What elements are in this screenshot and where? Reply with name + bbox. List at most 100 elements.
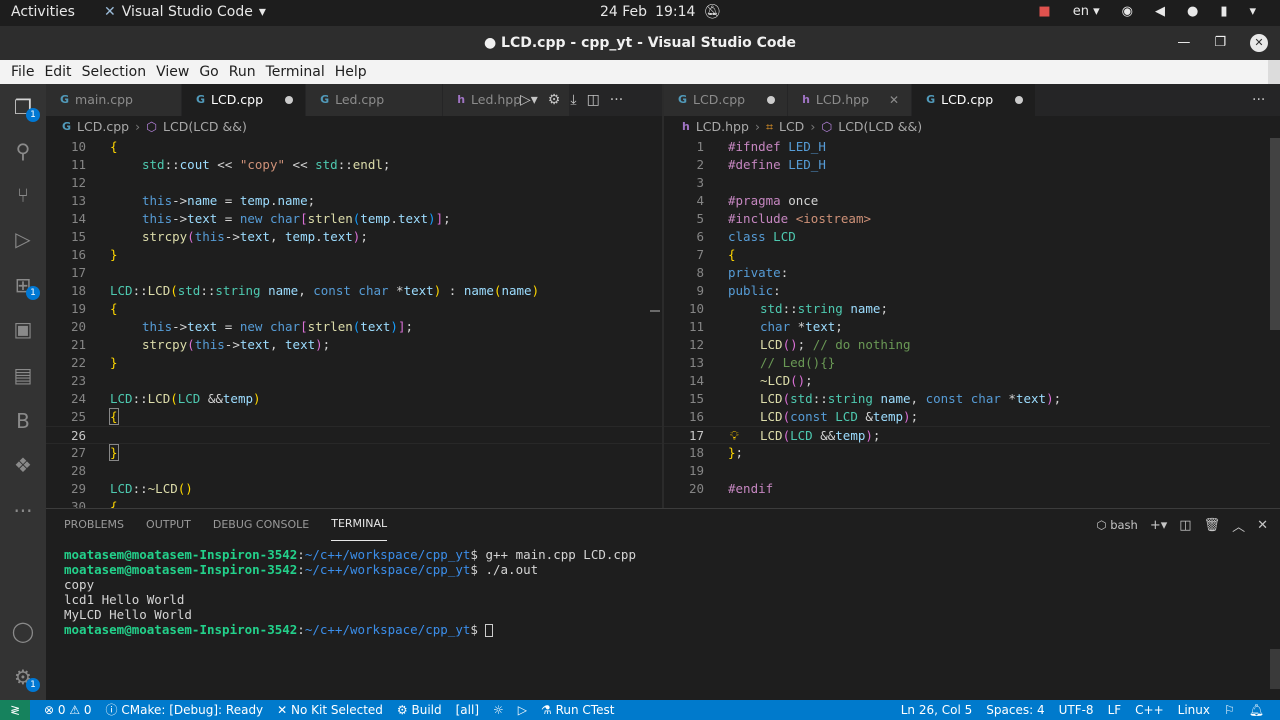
tab-lcd-cpp[interactable]: G LCD.cpp: [181, 84, 307, 116]
breadcrumb-class[interactable]: LCD: [779, 116, 804, 138]
left-code-editor[interactable]: 10{ 11 std::cout << "copy" << std::endl; …: [46, 138, 662, 508]
unsaved-dot-icon[interactable]: [1015, 96, 1024, 104]
notifications-icon[interactable]: 🔔︎: [1249, 700, 1264, 720]
download-icon[interactable]: ⤓: [570, 92, 576, 108]
source-control-icon[interactable]: ⑂: [8, 180, 38, 210]
code-token: LCD: [110, 391, 133, 406]
run-icon[interactable]: ▷: [518, 700, 527, 720]
app-menu[interactable]: ✕ Visual Studio Code ▾: [104, 4, 266, 20]
tab-main-cpp[interactable]: Gmain.cpp: [46, 84, 182, 116]
language-mode[interactable]: C++: [1135, 700, 1164, 720]
microphone-icon[interactable]: ●: [1187, 4, 1198, 19]
menu-terminal[interactable]: Terminal: [261, 64, 330, 80]
language-indicator[interactable]: en ▾: [1073, 4, 1100, 19]
power-menu-icon[interactable]: ▾: [1249, 4, 1256, 19]
cmake-status[interactable]: ⓘ CMake: [Debug]: Ready: [106, 700, 264, 720]
tab-problems[interactable]: PROBLEMS: [64, 509, 124, 541]
code-token: LCD::LCD(LCD &&temp): [110, 391, 261, 406]
terminal-output[interactable]: moatasem@moatasem-Inspiron-3542:~/c++/wo…: [64, 547, 636, 637]
tab-lcd-cpp-right[interactable]: G LCD.cpp: [664, 84, 789, 116]
more-icon[interactable]: ···: [8, 496, 38, 526]
build-button[interactable]: ⚙ Build: [397, 700, 442, 720]
maximize-icon[interactable]: ❐: [1214, 26, 1226, 60]
trash-icon[interactable]: 🗑︎: [1204, 518, 1221, 533]
line-number: 22: [70, 355, 86, 370]
tab-output[interactable]: OUTPUT: [146, 509, 191, 541]
account-icon[interactable]: ◯: [8, 616, 38, 646]
problems-status[interactable]: ⊗ 0 ⚠ 0: [44, 700, 92, 720]
tab-led-cpp[interactable]: G Led.cpp: [306, 84, 444, 116]
minimize-icon[interactable]: —: [1177, 26, 1190, 60]
python-icon[interactable]: ❖: [8, 450, 38, 480]
end-of-line[interactable]: LF: [1108, 700, 1122, 720]
terminal-shell-selector[interactable]: ⬡ bash: [1097, 518, 1138, 532]
line-number: 5: [696, 211, 704, 226]
new-terminal-icon[interactable]: +▾: [1150, 518, 1167, 533]
menu-run[interactable]: Run: [224, 64, 261, 80]
terminal-scrollbar[interactable]: [1270, 649, 1280, 689]
volume-icon[interactable]: ◀: [1155, 4, 1165, 19]
run-code-icon[interactable]: ▷▾: [520, 92, 538, 108]
more-actions-icon[interactable]: ···: [610, 92, 623, 108]
activities-button[interactable]: Activities: [11, 4, 75, 20]
wifi-icon[interactable]: ◉: [1122, 4, 1133, 19]
breadcrumb-symbol[interactable]: LCD(LCD &&): [838, 116, 922, 138]
code-token: // Led(){}: [760, 355, 836, 370]
breadcrumb-file[interactable]: LCD.hpp: [696, 116, 749, 138]
ctest-button[interactable]: ⚗ Run CTest: [541, 700, 614, 720]
menu-edit[interactable]: Edit: [39, 64, 76, 80]
right-scrollbar[interactable]: [1270, 138, 1280, 330]
unsaved-dot-icon[interactable]: [285, 96, 294, 104]
encoding[interactable]: UTF-8: [1059, 700, 1094, 720]
remote-explorer-icon[interactable]: ▣: [8, 314, 38, 344]
camera-icon[interactable]: ■: [1038, 4, 1050, 19]
indentation[interactable]: Spaces: 4: [986, 700, 1044, 720]
menu-help[interactable]: Help: [330, 64, 372, 80]
tab-terminal[interactable]: TERMINAL: [331, 509, 388, 541]
menu-go[interactable]: Go: [194, 64, 223, 80]
cmake-icon[interactable]: ▤: [8, 360, 38, 390]
code-token: strlen: [307, 211, 353, 226]
menu-file[interactable]: File: [6, 64, 39, 80]
code-token: [: [300, 211, 308, 226]
code-token: std: [790, 391, 813, 406]
tab-lcd-cpp-right-active[interactable]: G LCD.cpp: [912, 84, 1037, 116]
kit-status[interactable]: ✕ No Kit Selected: [277, 700, 383, 720]
lightbulb-icon[interactable]: 💡︎: [730, 427, 739, 445]
split-editor-icon[interactable]: ◫: [587, 92, 600, 108]
left-scrollbar-marker: [650, 310, 660, 312]
close-tab-icon[interactable]: ✕: [889, 84, 899, 116]
system-top-bar: Activities ✕ Visual Studio Code ▾ 24 Feb…: [0, 0, 1280, 26]
line-number: 18: [688, 445, 704, 460]
code-token: text: [397, 211, 429, 226]
remote-indicator-icon[interactable]: ≷: [0, 700, 30, 720]
code-token: this->name = temp.name;: [142, 193, 316, 208]
unsaved-dot-icon[interactable]: [767, 96, 776, 104]
breadcrumb-file[interactable]: LCD.cpp: [77, 116, 129, 138]
close-panel-icon[interactable]: ✕: [1257, 518, 1268, 533]
split-terminal-icon[interactable]: ◫: [1179, 518, 1191, 533]
clock[interactable]: 24 Feb 19:14 🔕︎: [600, 4, 721, 20]
menu-selection[interactable]: Selection: [77, 64, 152, 80]
b-extension-icon[interactable]: B: [8, 406, 38, 436]
settings-gear-icon[interactable]: ⚙: [548, 92, 561, 108]
tab-debug-console[interactable]: DEBUG CONSOLE: [213, 509, 309, 541]
build-target[interactable]: [all]: [456, 700, 479, 720]
os-platform[interactable]: Linux: [1178, 700, 1210, 720]
explorer-icon[interactable]: ❐ 1: [8, 92, 40, 122]
debug-bug-icon[interactable]: ☼: [493, 700, 504, 720]
cursor-position[interactable]: Ln 26, Col 5: [901, 700, 973, 720]
settings-gear-icon[interactable]: ⚙ 1: [8, 662, 40, 692]
feedback-icon[interactable]: ⚐: [1224, 700, 1235, 720]
extensions-icon[interactable]: ⊞ 1: [8, 270, 40, 300]
maximize-panel-icon[interactable]: ︿: [1232, 516, 1245, 535]
close-icon[interactable]: ✕: [1250, 34, 1268, 52]
menu-view[interactable]: View: [151, 64, 194, 80]
run-debug-icon[interactable]: ▷: [8, 224, 38, 254]
battery-icon[interactable]: ▮: [1220, 4, 1227, 19]
more-actions-icon[interactable]: ···: [1252, 92, 1265, 108]
right-code-editor[interactable]: 1 #ifndef LED_H 2 #define LED_H 3 4 #pragma…: [664, 138, 1270, 508]
tab-lcd-hpp[interactable]: h LCD.hpp ✕: [788, 84, 913, 116]
breadcrumb-symbol[interactable]: LCD(LCD &&): [163, 116, 247, 138]
search-icon[interactable]: ⚲: [8, 136, 38, 166]
